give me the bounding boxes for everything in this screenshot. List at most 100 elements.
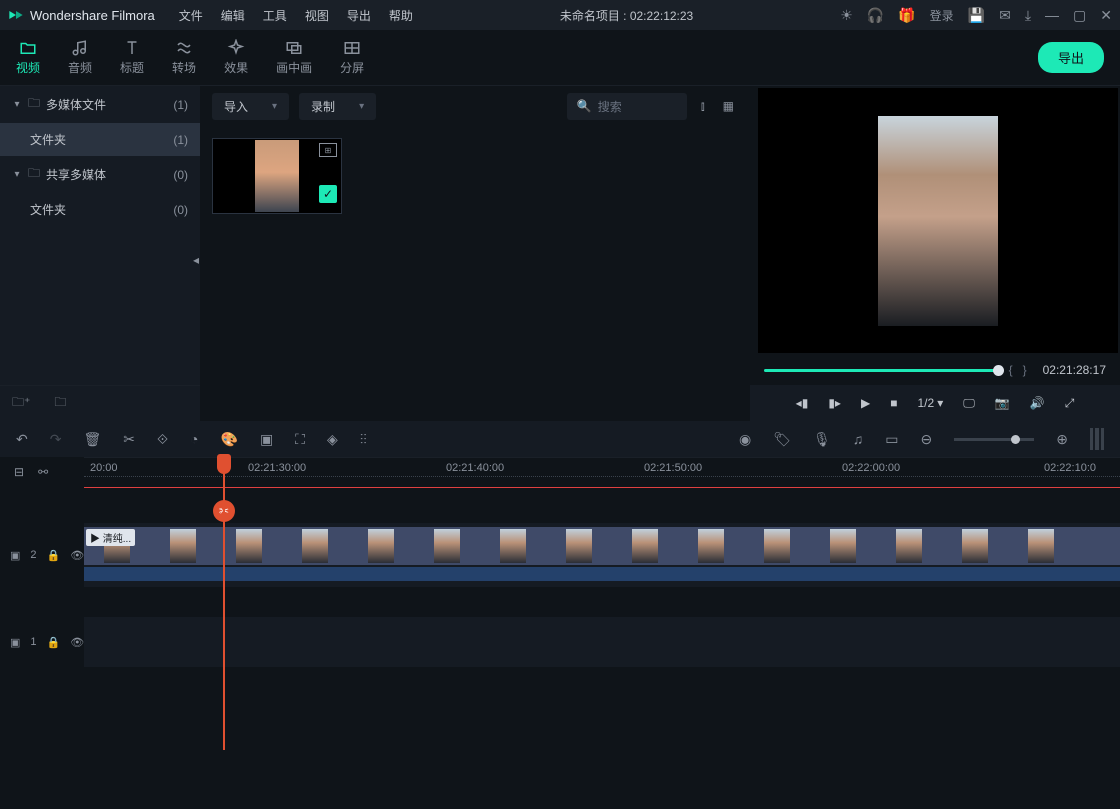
login-link[interactable]: 登录 bbox=[930, 7, 954, 24]
collapse-handle-icon[interactable]: ◂ bbox=[192, 245, 200, 275]
lock-icon[interactable]: 🔒 bbox=[47, 636, 61, 649]
sidebar-item-folder2[interactable]: 文件夹 (0) bbox=[0, 193, 200, 226]
tab-effect[interactable]: 效果 bbox=[224, 39, 248, 76]
link-icon[interactable]: ⚯ bbox=[38, 465, 48, 479]
folder-icon: 🗀 bbox=[28, 164, 40, 185]
chevron-down-icon: ▾ bbox=[12, 169, 22, 180]
gift-icon[interactable]: 🎁 bbox=[898, 7, 915, 24]
new-folder-icon[interactable]: 🗀⁺ bbox=[12, 393, 30, 414]
download-icon[interactable]: ⤓ bbox=[1025, 7, 1031, 24]
ratio-icon[interactable]: ▭ bbox=[885, 431, 898, 448]
track-head: ▣ 1 🔒 👁 bbox=[0, 636, 84, 649]
zoom-slider[interactable] bbox=[954, 438, 1034, 441]
app-logo: Wondershare Filmora bbox=[8, 7, 155, 23]
lock-icon[interactable]: 🔒 bbox=[47, 549, 61, 562]
tab-pip[interactable]: 画中画 bbox=[276, 39, 312, 76]
voice-icon[interactable]: 🎙 bbox=[813, 431, 831, 448]
greenscr-icon[interactable]: ▣ bbox=[260, 431, 273, 448]
track-icon[interactable]: ⊟ bbox=[14, 465, 24, 479]
track-body[interactable]: ▶ 清纯... bbox=[84, 523, 1120, 587]
menu-view[interactable]: 视图 bbox=[305, 7, 329, 24]
undo-icon[interactable]: ↶ bbox=[16, 431, 28, 448]
sidebar-footer: 🗀⁺ 🗀 bbox=[0, 385, 200, 421]
tab-audio[interactable]: 音频 bbox=[68, 39, 92, 76]
menu-help[interactable]: 帮助 bbox=[389, 7, 413, 24]
play-button[interactable]: ▶ bbox=[861, 396, 870, 410]
eye-icon[interactable]: 👁 bbox=[70, 549, 84, 562]
video-clip[interactable]: ▶ 清纯... bbox=[84, 527, 1120, 565]
adjust-icon[interactable]: ⫶⫶ bbox=[360, 431, 367, 448]
ruler-tick: 20:00 bbox=[90, 462, 118, 474]
folder-icon[interactable]: 🗀 bbox=[54, 393, 66, 414]
eye-icon[interactable]: 👁 bbox=[70, 636, 84, 649]
ruler-track[interactable]: 20:00 02:21:30:00 02:21:40:00 02:21:50:0… bbox=[84, 457, 1120, 487]
next-frame-button[interactable]: ▮▸ bbox=[828, 396, 841, 410]
tab-title[interactable]: 标题 bbox=[120, 39, 144, 76]
fullscreen-icon[interactable]: ⤢ bbox=[1065, 396, 1075, 411]
zoom-in-icon[interactable]: ⊕ bbox=[1056, 431, 1068, 448]
search-input[interactable]: 🔍 搜索 bbox=[567, 93, 687, 120]
menu-edit[interactable]: 编辑 bbox=[221, 7, 245, 24]
menu-export[interactable]: 导出 bbox=[347, 7, 371, 24]
main-panels: ▾ 🗀 多媒体文件 (1) 文件夹 (1) ▾ 🗀 共享多媒体 (0) 文件夹 … bbox=[0, 86, 1120, 421]
color-icon[interactable]: 🎨 bbox=[221, 431, 238, 448]
prev-frame-button[interactable]: ◂▮ bbox=[796, 396, 809, 410]
track-body[interactable] bbox=[84, 617, 1120, 667]
grid-icon[interactable]: ▦ bbox=[719, 95, 738, 117]
playhead[interactable]: ✂ bbox=[224, 454, 238, 474]
headset-icon[interactable]: 🎧 bbox=[867, 7, 884, 24]
menu-file[interactable]: 文件 bbox=[179, 7, 203, 24]
import-dropdown[interactable]: 导入▾ bbox=[212, 93, 289, 120]
minimize-button[interactable]: ― bbox=[1045, 7, 1059, 23]
track-type-icon: ▣ bbox=[10, 549, 20, 562]
thumbnail-image bbox=[255, 140, 299, 212]
expand-icon[interactable]: ⛶ bbox=[295, 431, 305, 448]
media-thumbnail[interactable]: ⊞ ✓ bbox=[212, 138, 342, 214]
track-head: ▣ 2 🔒 👁 bbox=[0, 549, 84, 562]
mail-icon[interactable]: ✉ bbox=[999, 7, 1011, 24]
record-dropdown[interactable]: 录制▾ bbox=[299, 93, 376, 120]
tab-split[interactable]: 分屏 bbox=[340, 39, 364, 76]
playhead-line bbox=[223, 454, 225, 750]
zoom-out-icon[interactable]: ⊖ bbox=[921, 431, 933, 448]
render-icon[interactable]: ◉ bbox=[739, 431, 751, 448]
logo-icon bbox=[8, 7, 24, 23]
speed-icon[interactable]: ◔ bbox=[190, 431, 198, 447]
close-button[interactable]: ✕ bbox=[1100, 7, 1112, 24]
delete-icon[interactable]: 🗑 bbox=[83, 431, 101, 448]
sidebar-item-folder1[interactable]: 文件夹 (1) bbox=[0, 123, 200, 156]
sidebar-item-media[interactable]: ▾ 🗀 多媒体文件 (1) bbox=[0, 86, 200, 123]
preview-viewport[interactable] bbox=[758, 88, 1118, 353]
export-button[interactable]: 导出 bbox=[1038, 42, 1104, 73]
in-bracket-icon[interactable]: { bbox=[1009, 363, 1013, 377]
crop-icon[interactable]: ⟐ bbox=[157, 431, 168, 448]
maximize-button[interactable]: ▢ bbox=[1073, 7, 1086, 24]
audio-waveform[interactable] bbox=[84, 567, 1120, 581]
sun-icon[interactable]: ☀ bbox=[840, 7, 853, 24]
speed-selector[interactable]: 1/2 ▾ bbox=[917, 396, 943, 410]
tab-transition[interactable]: 转场 bbox=[172, 39, 196, 76]
tool-tabs-bar: 视频 音频 标题 转场 效果 画中画 分屏 导出 bbox=[0, 30, 1120, 86]
tab-video[interactable]: 视频 bbox=[16, 39, 40, 76]
out-bracket-icon[interactable]: } bbox=[1023, 363, 1027, 377]
audio-mix-icon[interactable]: ♫ bbox=[853, 431, 864, 447]
save-icon[interactable]: 💾 bbox=[968, 7, 985, 24]
sidebar-item-shared[interactable]: ▾ 🗀 共享多媒体 (0) bbox=[0, 156, 200, 193]
scrub-slider[interactable] bbox=[764, 369, 999, 372]
timeline-ruler[interactable]: ⊟ ⚯ 20:00 02:21:30:00 02:21:40:00 02:21:… bbox=[0, 457, 1120, 487]
track-row-video2: ▣ 2 🔒 👁 ▶ 清纯... bbox=[0, 523, 1120, 587]
marker-icon[interactable]: 🏷 bbox=[773, 431, 791, 448]
scissors-icon[interactable]: ✂ bbox=[123, 431, 135, 448]
folder-icon bbox=[19, 39, 37, 57]
redo-icon[interactable]: ↷ bbox=[50, 431, 62, 448]
media-topbar: 导入▾ 录制▾ 🔍 搜索 ⫾ ▦ bbox=[200, 86, 750, 126]
volume-icon[interactable]: 🔊 bbox=[1030, 396, 1045, 410]
project-title: 未命名项目 : 02:22:12:23 bbox=[413, 7, 840, 24]
display-icon[interactable]: 🖵 bbox=[963, 396, 975, 411]
preview-timecode: 02:21:28:17 bbox=[1043, 363, 1106, 377]
stop-button[interactable]: ■ bbox=[890, 396, 897, 410]
filter-icon[interactable]: ⫾ bbox=[697, 95, 709, 118]
keyframe-icon[interactable]: ◈ bbox=[327, 431, 338, 448]
menu-tools[interactable]: 工具 bbox=[263, 7, 287, 24]
snapshot-icon[interactable]: 📷 bbox=[995, 396, 1010, 410]
